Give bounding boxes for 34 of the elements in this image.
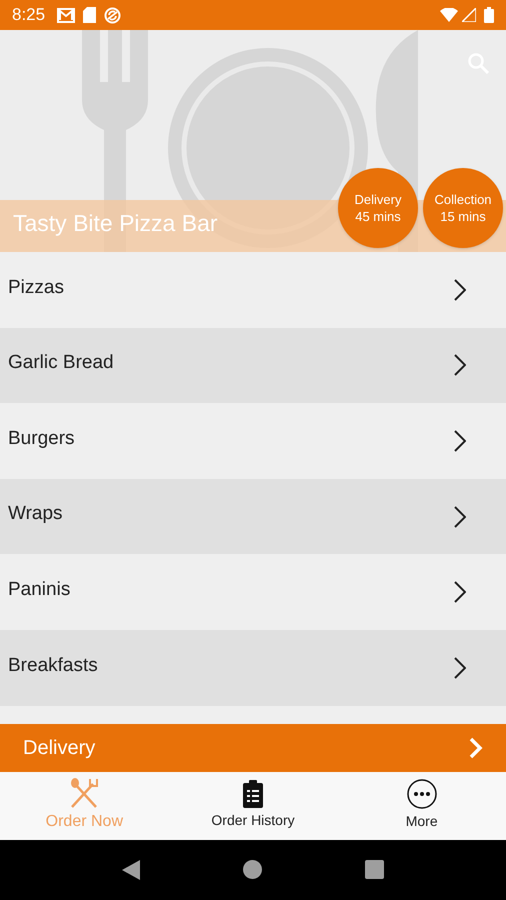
category-name: Burgers — [8, 426, 76, 451]
chevron-right-icon — [454, 430, 466, 452]
chevron-right-icon — [454, 506, 466, 528]
chevron-right-icon — [454, 581, 466, 604]
more-icon — [406, 779, 437, 810]
back-icon[interactable] — [122, 860, 140, 880]
time-badge: Collection 15 mins — [423, 168, 503, 248]
category-row[interactable]: Breakfasts — [0, 630, 506, 706]
nav-tab[interactable]: Order History — [168, 772, 338, 840]
restaurant-name: Tasty Bite Pizza Bar — [13, 208, 218, 238]
chevron-right-icon — [454, 354, 466, 376]
chevron-right-icon — [469, 736, 483, 759]
wifi-icon — [440, 8, 458, 22]
chevron-right-icon — [454, 278, 466, 301]
sd-card-icon — [83, 7, 96, 23]
fork-spoon-icon — [69, 778, 100, 808]
category-name: Breakfasts — [8, 654, 99, 678]
nav-tab[interactable]: More — [337, 772, 506, 840]
chevron-right-icon — [454, 656, 466, 679]
battery-icon — [484, 7, 494, 23]
category-name: Pizzas — [8, 276, 65, 300]
category-name: Paninis — [8, 578, 72, 602]
home-icon[interactable] — [242, 860, 262, 880]
category-name: Garlic Bread — [8, 351, 115, 376]
recents-icon[interactable] — [365, 860, 384, 880]
category-row[interactable]: Wraps — [0, 478, 506, 554]
category-name: Wraps — [8, 502, 64, 526]
category-row[interactable]: Garlic Bread — [0, 328, 506, 404]
order-mode-label: Delivery — [23, 736, 96, 761]
sync-icon — [104, 6, 122, 24]
status-time: 8:25 — [12, 4, 46, 26]
clipboard-icon — [243, 780, 263, 808]
mail-icon — [57, 8, 76, 22]
signal-icon — [462, 8, 476, 22]
